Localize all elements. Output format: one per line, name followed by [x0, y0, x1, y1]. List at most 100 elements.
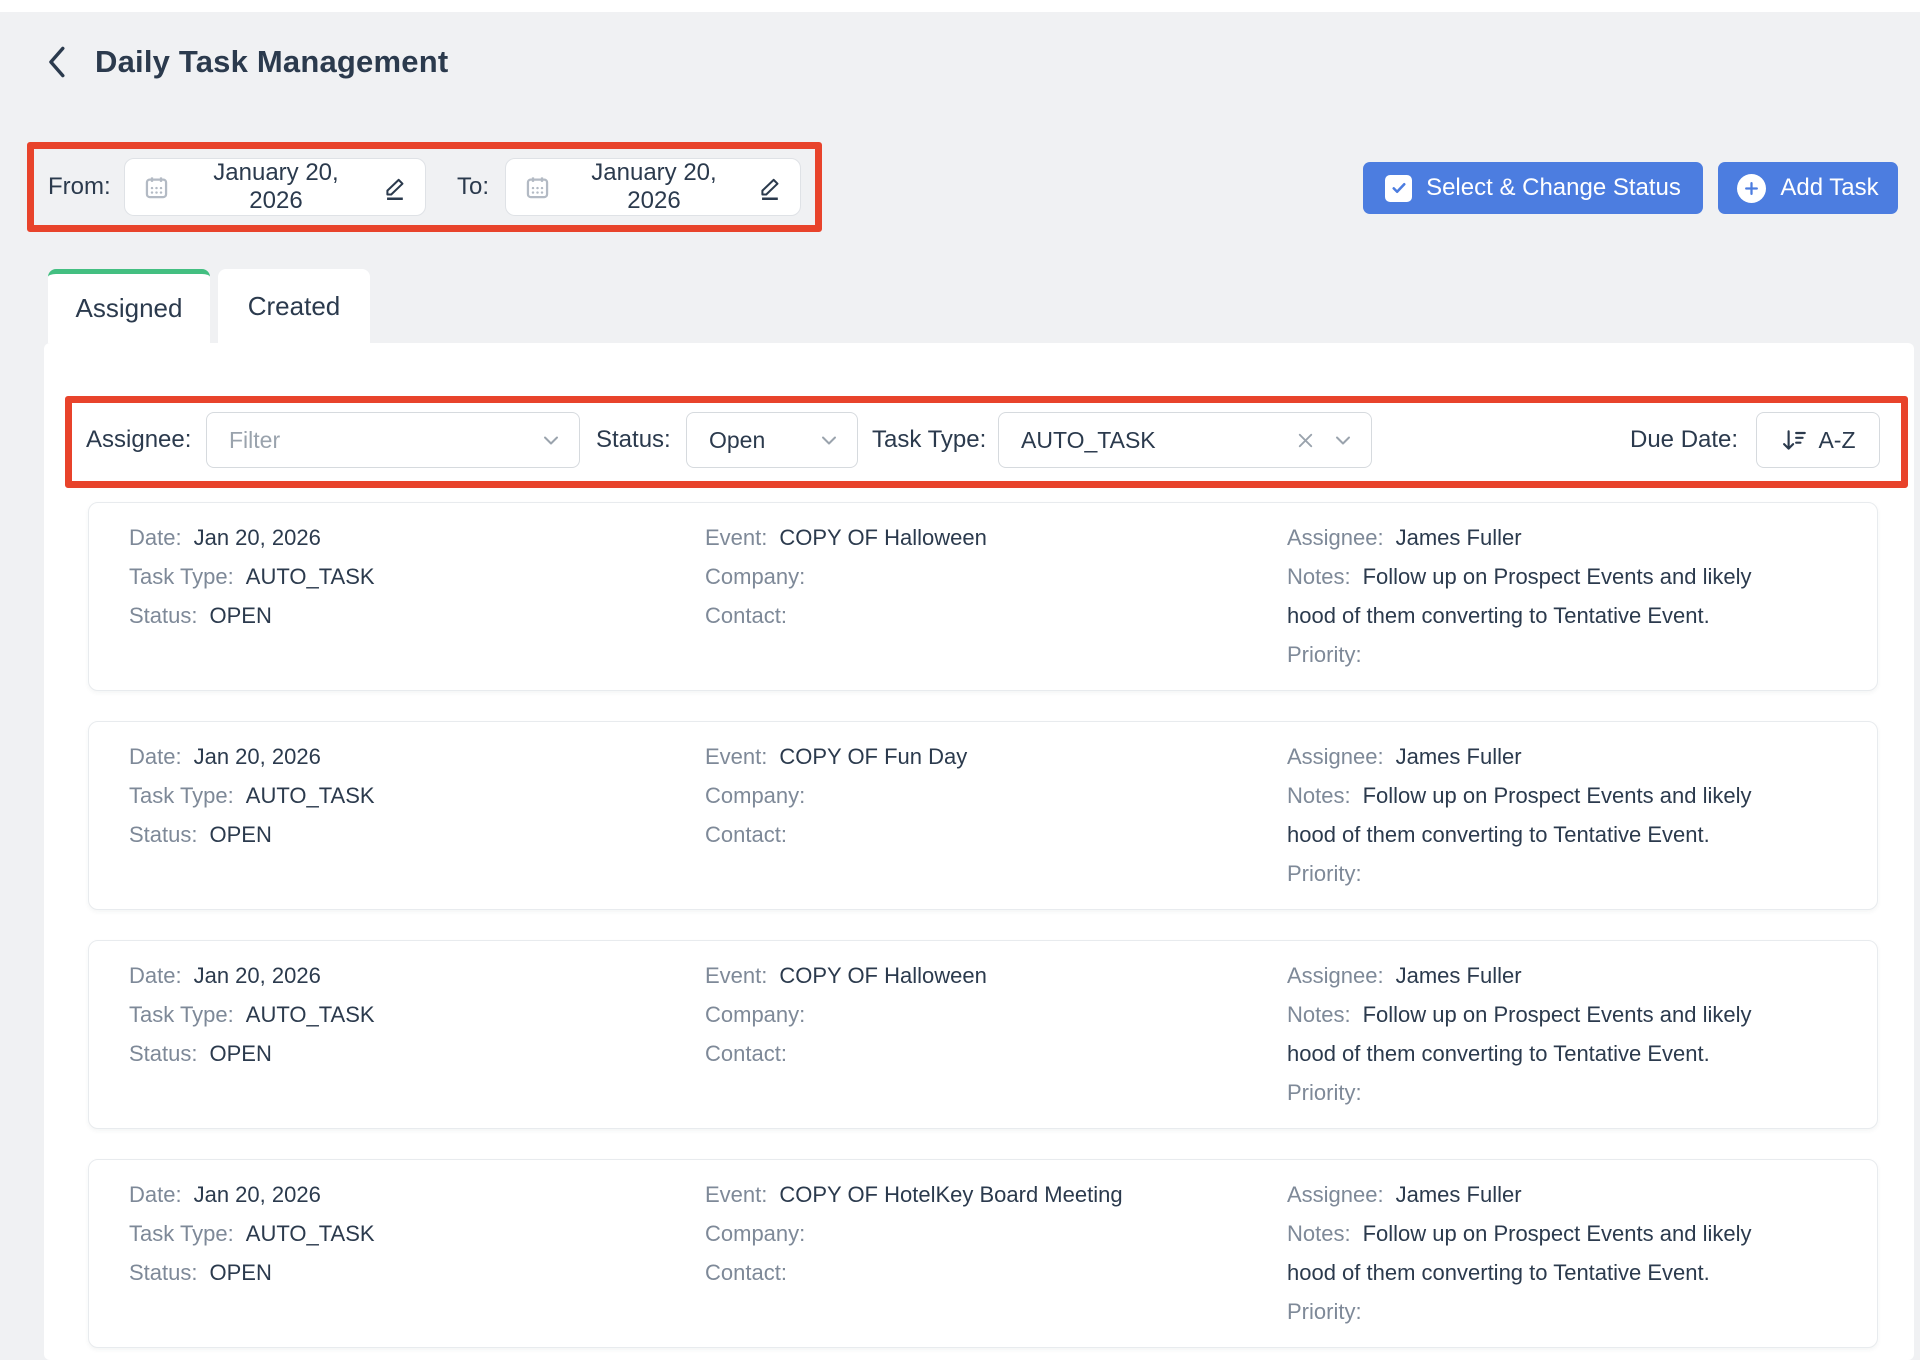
task-card-middle-column: Event: COPY OF Halloween Company: Contact…	[705, 518, 1287, 690]
priority-field-label: Priority:	[1287, 642, 1362, 667]
sort-descending-icon	[1780, 427, 1808, 453]
from-date-value: January 20, 2026	[186, 159, 366, 215]
assignee-label: Assignee:	[86, 412, 191, 468]
task-list: Date: Jan 20, 2026 Task Type: AUTO_TASK St…	[88, 502, 1878, 1360]
from-date-picker[interactable]: January 20, 2026	[124, 158, 426, 216]
task-card-right-column: Assignee:James Fuller Notes:Follow up on…	[1287, 1175, 1837, 1347]
date-field-label: Date:	[129, 525, 182, 550]
task-status-value: OPEN	[209, 1260, 271, 1285]
task-card[interactable]: Date:Jan 20, 2026 Task Type:AUTO_TASK St…	[88, 721, 1878, 910]
task-event-value: COPY OF HotelKey Board Meeting	[779, 1182, 1122, 1207]
to-date-picker[interactable]: January 20, 2026	[505, 158, 801, 216]
event-field-label: Event:	[705, 963, 767, 988]
task-assignee-value: James Fuller	[1396, 963, 1522, 988]
priority-field-label: Priority:	[1287, 1299, 1362, 1324]
page-title: Daily Task Management	[95, 44, 448, 80]
status-field-label: Status:	[129, 603, 197, 628]
assignee-field-label: Assignee:	[1287, 1182, 1384, 1207]
task-card-left-column: Date:Jan 20, 2026 Task Type:AUTO_TASK St…	[129, 1175, 705, 1347]
task-notes-value: Follow up on Prospect Events and likely …	[1287, 564, 1751, 628]
to-date-value: January 20, 2026	[567, 159, 741, 215]
task-card[interactable]: Date: Jan 20, 2026 Task Type: AUTO_TASK St…	[88, 940, 1878, 1129]
task-event-value: COPY OF Fun Day	[779, 744, 967, 769]
daily-task-management-page: Daily Task Management From: January 20, …	[0, 0, 1920, 1360]
assignee-field-label: Assignee:	[1287, 525, 1384, 550]
priority-field-label: Priority:	[1287, 1080, 1362, 1105]
task-assignee-value: James Fuller	[1396, 744, 1522, 769]
select-change-status-button[interactable]: Select & Change Status	[1363, 162, 1703, 214]
task-card-middle-column: Event:COPY OF Halloween Company: Contact…	[705, 956, 1287, 1128]
plus-circle-icon	[1737, 174, 1766, 203]
task-card[interactable]: Date: Jan 20, 2026 Task Type: AUTO_TASK St…	[88, 502, 1878, 691]
date-field-label: Date:	[129, 963, 182, 988]
notes-field-label: Notes:	[1287, 1221, 1351, 1246]
select-change-status-label: Select & Change Status	[1426, 174, 1681, 202]
due-date-label: Due Date:	[1630, 412, 1738, 468]
add-task-button[interactable]: Add Task	[1718, 162, 1898, 214]
task-card-right-column: Assignee: James Fuller Notes:Follow up on…	[1287, 737, 1837, 909]
back-button[interactable]	[38, 42, 74, 82]
tab-created-label: Created	[248, 291, 341, 322]
task-notes-value: Follow up on Prospect Events and likely …	[1287, 1221, 1751, 1285]
to-label: To:	[457, 158, 489, 216]
chevron-left-icon	[44, 45, 68, 79]
task-status-value: OPEN	[209, 603, 271, 628]
add-task-label: Add Task	[1780, 174, 1878, 202]
task-card-left-column: Date: Jan 20, 2026 Task Type: AUTO_TASK St…	[129, 956, 705, 1128]
company-field-label: Company:	[705, 564, 805, 589]
chevron-down-icon	[539, 428, 563, 452]
task-event-value: COPY OF Halloween	[779, 525, 986, 550]
calendar-icon	[524, 174, 551, 201]
status-field-label: Status:	[129, 1041, 197, 1066]
task-type-field-label: Task Type:	[129, 564, 234, 589]
clear-x-icon[interactable]	[1294, 429, 1317, 452]
task-type-value: AUTO_TASK	[246, 1221, 375, 1246]
task-type-select[interactable]: AUTO_TASK	[998, 412, 1372, 468]
contact-field-label: Contact:	[705, 1260, 787, 1285]
checkbox-checked-icon	[1385, 175, 1412, 202]
task-status-value: OPEN	[209, 1041, 271, 1066]
calendar-icon	[143, 174, 170, 201]
tab-created[interactable]: Created	[218, 269, 370, 343]
task-type-field-label: Task Type:	[129, 1002, 234, 1027]
status-select[interactable]: Open	[686, 412, 858, 468]
task-card-right-column: Assignee:James Fuller Notes:Follow up on…	[1287, 956, 1837, 1128]
task-date-value: Jan 20, 2026	[194, 525, 321, 550]
task-date-value: Jan 20, 2026	[194, 963, 321, 988]
assignee-placeholder: Filter	[229, 427, 539, 454]
assignee-select[interactable]: Filter	[206, 412, 580, 468]
contact-field-label: Contact:	[705, 1041, 787, 1066]
edit-pencil-icon[interactable]	[382, 174, 409, 201]
notes-field-label: Notes:	[1287, 564, 1351, 589]
chevron-down-icon	[817, 428, 841, 452]
status-field-label: Status:	[129, 1260, 197, 1285]
task-card[interactable]: Date:Jan 20, 2026 Task Type:AUTO_TASK St…	[88, 1159, 1878, 1348]
date-field-label: Date:	[129, 744, 182, 769]
top-strip	[0, 0, 1920, 12]
company-field-label: Company:	[705, 783, 805, 808]
task-status-value: OPEN	[209, 822, 271, 847]
status-label: Status:	[596, 412, 671, 468]
task-date-value: Jan 20, 2026	[194, 1182, 321, 1207]
event-field-label: Event:	[705, 525, 767, 550]
tab-assigned[interactable]: Assigned	[48, 269, 210, 343]
due-date-sort-button[interactable]: A-Z	[1756, 412, 1880, 468]
task-type-value: AUTO_TASK	[246, 783, 375, 808]
chevron-down-icon	[1331, 428, 1355, 452]
company-field-label: Company:	[705, 1221, 805, 1246]
status-value: Open	[709, 427, 817, 454]
edit-pencil-icon[interactable]	[757, 174, 784, 201]
assignee-field-label: Assignee:	[1287, 744, 1384, 769]
task-notes-value: Follow up on Prospect Events and likely …	[1287, 1002, 1751, 1066]
task-notes-value: Follow up on Prospect Events and likely …	[1287, 783, 1751, 847]
contact-field-label: Contact:	[705, 603, 787, 628]
assignee-field-label: Assignee:	[1287, 963, 1384, 988]
notes-field-label: Notes:	[1287, 783, 1351, 808]
task-type-value: AUTO_TASK	[246, 1002, 375, 1027]
task-type-field-label: Task Type:	[129, 783, 234, 808]
sort-button-label: A-Z	[1818, 427, 1855, 454]
contact-field-label: Contact:	[705, 822, 787, 847]
priority-field-label: Priority:	[1287, 861, 1362, 886]
task-type-value: AUTO_TASK	[246, 564, 375, 589]
task-card-right-column: Assignee:James Fuller Notes:Follow up on…	[1287, 518, 1837, 690]
